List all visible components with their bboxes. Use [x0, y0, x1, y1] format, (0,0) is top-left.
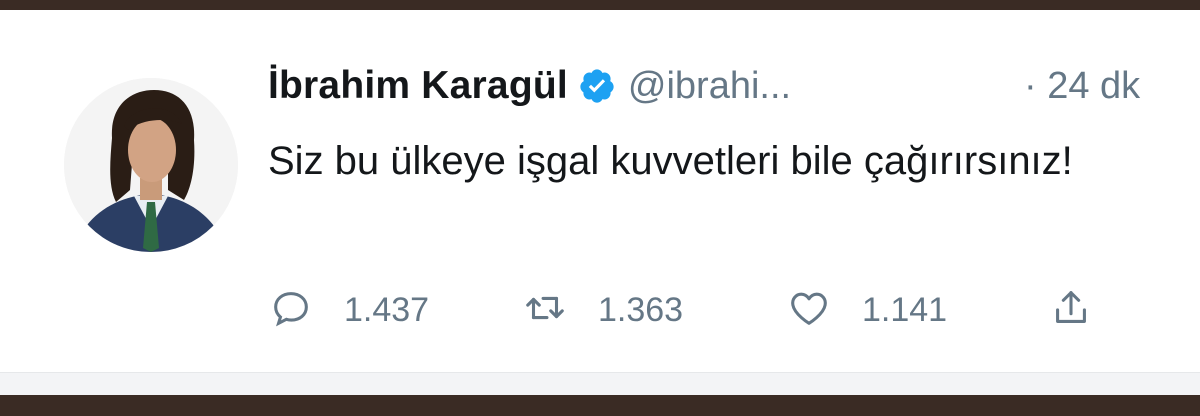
tweet-actions: 1.437 1.363 1.141 [268, 282, 1168, 338]
tweet-card[interactable]: İbrahim Karagül @ibrahi... · 24 dk Siz b… [0, 10, 1200, 395]
share-icon [1048, 285, 1094, 336]
reply-count: 1.437 [344, 290, 430, 329]
reply-icon [268, 285, 314, 336]
retweet-count: 1.363 [598, 290, 684, 329]
tweet-header: İbrahim Karagül @ibrahi... [268, 56, 791, 116]
author-handle[interactable]: @ibrahi... [628, 65, 791, 108]
verified-badge-icon [578, 67, 616, 105]
retweet-button[interactable]: 1.363 [522, 282, 683, 338]
avatar[interactable] [64, 78, 238, 252]
separator [0, 372, 1200, 395]
reply-button[interactable]: 1.437 [268, 282, 429, 338]
like-button[interactable]: 1.141 [786, 282, 947, 338]
like-count: 1.141 [862, 290, 948, 329]
tweet-timestamp[interactable]: · 24 dk [1024, 56, 1140, 116]
tweet-text: Siz bu ülkeye işgal kuvvetleri bile çağı… [268, 139, 1073, 183]
share-button[interactable] [1048, 282, 1094, 338]
author-name[interactable]: İbrahim Karagül [268, 64, 568, 108]
avatar-image [64, 78, 238, 252]
retweet-icon [522, 285, 568, 336]
heart-icon [786, 285, 832, 336]
